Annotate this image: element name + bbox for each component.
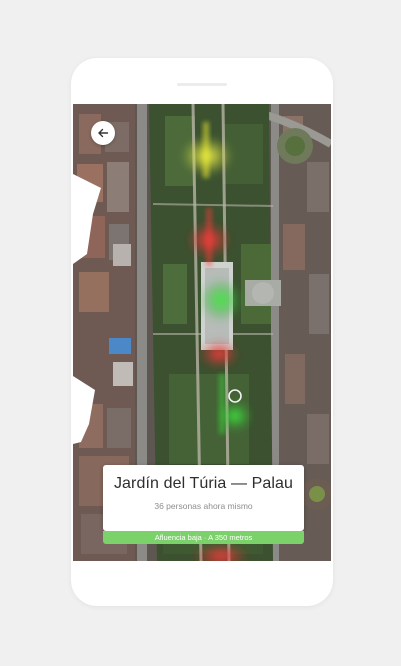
- place-title: Jardín del Túria — Palau: [113, 475, 294, 492]
- arrow-left-icon: [98, 128, 109, 138]
- crowd-heat-green-1: [199, 278, 243, 322]
- back-button[interactable]: [91, 121, 115, 145]
- crowd-status-bar: Afluencia baja · A 350 metros: [103, 531, 304, 544]
- people-count: 36 personas ahora mismo: [154, 501, 253, 511]
- crowd-heat-red-2: [199, 340, 239, 368]
- phone-speaker: [177, 83, 227, 86]
- phone-frame: Jardín del Túria — Palau 36 personas aho…: [71, 58, 333, 606]
- place-card[interactable]: Jardín del Túria — Palau 36 personas aho…: [103, 465, 304, 531]
- app-screen: Jardín del Túria — Palau 36 personas aho…: [73, 104, 331, 561]
